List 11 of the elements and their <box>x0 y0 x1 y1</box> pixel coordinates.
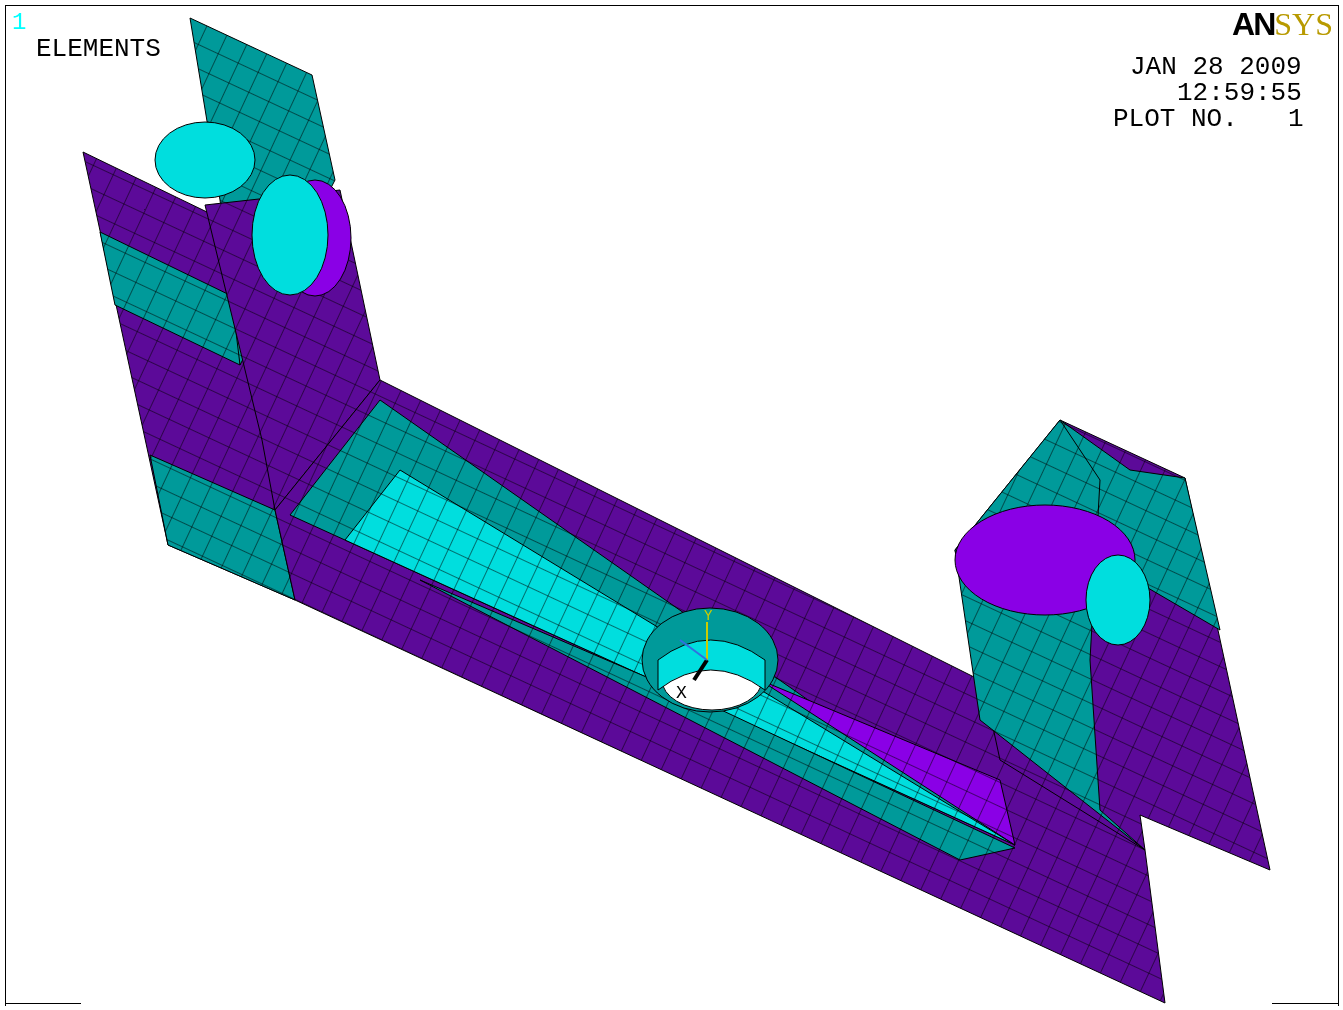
axis-label: X <box>676 684 687 702</box>
plot-title: ELEMENTS <box>36 36 161 62</box>
window-number: 1 <box>12 11 27 35</box>
axis-triad-icon <box>679 621 709 682</box>
ansys-logo: ANSYS <box>1232 8 1333 40</box>
plot-number-label: PLOT NO. <box>1113 106 1238 132</box>
plot-time: 12:59:55 <box>1177 80 1302 106</box>
plot-number-value: 1 <box>1288 106 1304 132</box>
axis-label: Y <box>704 609 713 623</box>
frame-edge <box>1272 1003 1338 1004</box>
plot-date: JAN 28 2009 <box>1130 54 1302 80</box>
